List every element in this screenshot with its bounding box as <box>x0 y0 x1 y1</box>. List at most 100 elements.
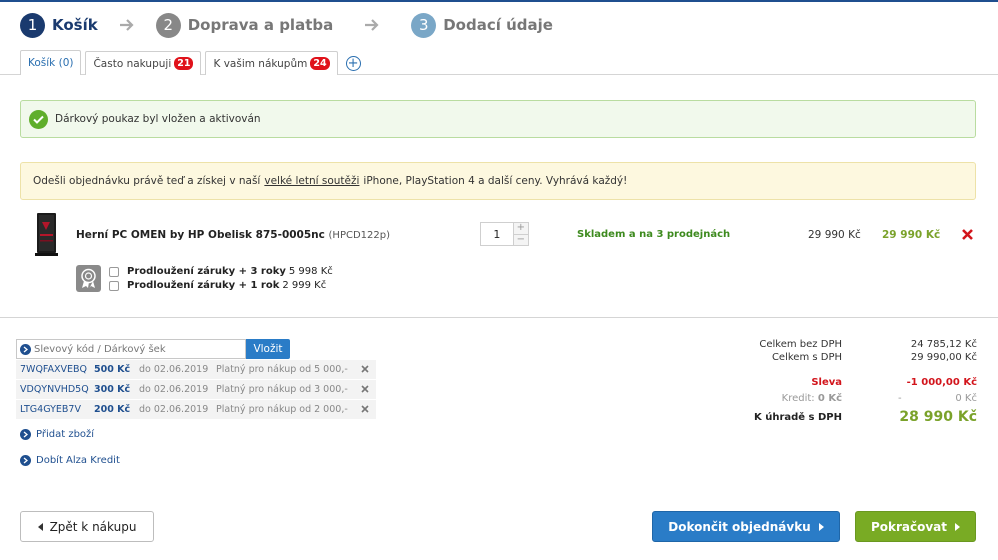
voucher-input[interactable] <box>34 343 234 355</box>
warranty-checkbox[interactable] <box>109 266 119 277</box>
step-shipping-payment[interactable]: 2 Doprava a platba <box>155 12 334 38</box>
remove-voucher-icon[interactable] <box>361 405 369 413</box>
credit-label: Kredit: <box>781 393 815 404</box>
chevron-right-icon <box>20 429 31 440</box>
summary-to-pay-value: 28 990 Kč <box>899 409 977 425</box>
voucher-code: LTG4GYEB7V <box>20 404 81 415</box>
cart-tabs: Košík (0) Často nakupuji 21 K vašim náku… <box>20 50 361 75</box>
add-goods-link[interactable]: Přidat zboží <box>20 429 94 440</box>
credit-amount: 0 Kč <box>817 393 842 404</box>
summary-without-vat-value: 24 785,12 Kč <box>910 339 977 350</box>
tab-cart[interactable]: Košík (0) <box>20 50 82 75</box>
summary-credit-dash: - <box>898 393 902 404</box>
voucher-note: Platný pro nákup od 2 000,- <box>216 404 348 415</box>
product-title[interactable]: Herní PC OMEN by HP Obelisk 875-0005nc <box>76 229 325 241</box>
warranty-option-1y[interactable]: Prodloužení záruky + 1 rok 2 999 Kč <box>109 280 326 291</box>
button-label: Zpět k nákupu <box>49 519 137 534</box>
warranty-icon <box>76 265 101 292</box>
voucher-code: VDQYNVHD5Q <box>20 384 89 395</box>
remove-voucher-icon[interactable] <box>361 385 369 393</box>
voucher-row: 7WQFAXVEBQ 500 Kč do 02.06.2019 Platný p… <box>16 360 376 379</box>
voucher-note: Platný pro nákup od 3 000,- <box>216 384 348 395</box>
triangle-left-icon <box>37 522 43 531</box>
button-label: Pokračovat <box>870 519 948 534</box>
link-label[interactable]: Přidat zboží <box>36 429 94 440</box>
tab-related-purchases[interactable]: K vašim nákupům 24 <box>205 51 338 75</box>
unit-price: 29 990 Kč <box>808 229 861 241</box>
apply-voucher-button[interactable]: Vložit <box>246 339 290 359</box>
voucher-list: 7WQFAXVEBQ 500 Kč do 02.06.2019 Platný p… <box>16 360 376 420</box>
warranty-price: 5 998 Kč <box>288 266 333 277</box>
top-accent-line <box>0 0 998 2</box>
voucher-date: do 02.06.2019 <box>139 404 209 415</box>
warranty-label: Prodloužení záruky + 1 rok <box>127 280 280 291</box>
step-number: 2 <box>155 12 181 38</box>
count-badge: 21 <box>174 57 194 70</box>
step-delivery-details[interactable]: 3 Dodací údaje <box>411 12 553 38</box>
step-cart[interactable]: 1 Košík <box>20 12 98 38</box>
checkout-steps: 1 Košík 2 Doprava a platba 3 Dodací údaj… <box>20 11 553 39</box>
warranty-checkbox[interactable] <box>109 280 119 291</box>
voucher-date: do 02.06.2019 <box>139 384 209 395</box>
step-label: Košík <box>52 16 98 34</box>
chevron-right-icon <box>20 455 31 466</box>
top-up-credit-link[interactable]: Dobít Alza Kredit <box>20 455 120 466</box>
quantity-value[interactable]: 1 <box>481 223 513 245</box>
continue-button[interactable]: Pokračovat <box>855 511 976 542</box>
increase-icon[interactable]: + <box>513 223 528 234</box>
summary-without-vat-label: Celkem bez DPH <box>759 339 842 350</box>
quantity-stepper[interactable]: 1 + − <box>480 222 529 246</box>
button-label: Dokončit objednávku <box>668 519 811 534</box>
alert-text: Odešli objednávku právě teď a získej v n… <box>33 175 261 187</box>
quantity-buttons: + − <box>512 223 528 245</box>
tab-label: Často nakupuji <box>93 57 172 70</box>
step-label: Doprava a platba <box>187 16 334 34</box>
warranty-option-3y[interactable]: Prodloužení záruky + 3 roky 5 998 Kč <box>109 266 333 277</box>
voucher-code: 7WQFAXVEBQ <box>20 364 88 375</box>
alert-text: iPhone, PlayStation 4 a další ceny. Vyhr… <box>363 175 628 187</box>
warranty-price: 2 999 Kč <box>282 280 327 291</box>
voucher-date: do 02.06.2019 <box>139 364 209 375</box>
summary-to-pay-label: K úhradě s DPH <box>753 412 842 423</box>
step-number: 1 <box>20 12 45 38</box>
add-tab-icon[interactable]: + <box>345 56 361 71</box>
check-icon <box>29 109 48 129</box>
summary-credit-value: 0 Kč <box>955 393 977 404</box>
voucher-note: Platný pro nákup od 5 000,- <box>216 364 348 375</box>
warranty-label: Prodloužení záruky + 3 roky <box>127 266 286 277</box>
step-label: Dodací údaje <box>443 16 553 34</box>
product-image[interactable] <box>30 210 62 258</box>
voucher-amount: 500 Kč <box>94 364 131 375</box>
voucher-row: VDQYNVHD5Q 300 Kč do 02.06.2019 Platný p… <box>16 380 376 399</box>
voucher-amount: 200 Kč <box>94 404 131 415</box>
triangle-right-icon <box>818 522 824 531</box>
contest-link[interactable]: velké letní soutěži <box>264 175 359 187</box>
section-divider <box>0 317 998 318</box>
summary-discount-value: -1 000,00 Kč <box>906 377 977 388</box>
finish-order-button[interactable]: Dokončit objednávku <box>652 511 840 542</box>
chevron-right-icon <box>20 343 31 355</box>
remove-voucher-icon[interactable] <box>361 365 369 373</box>
decrease-icon[interactable]: − <box>513 233 528 245</box>
triangle-right-icon <box>955 522 961 531</box>
product-name[interactable]: Herní PC OMEN by HP Obelisk 875-0005nc (… <box>76 229 390 241</box>
tab-label: Košík (0) <box>28 57 74 69</box>
contest-info-alert: Odešli objednávku právě teď a získej v n… <box>20 162 976 200</box>
arrow-right-icon <box>98 18 156 32</box>
tab-label: K vašim nákupům <box>213 57 308 70</box>
tab-often-bought[interactable]: Často nakupuji 21 <box>85 51 202 75</box>
line-total: 29 990 Kč <box>882 229 941 241</box>
summary-credit-label: Kredit: 0 Kč <box>782 393 842 404</box>
summary-with-vat-label: Celkem s DPH <box>771 352 842 363</box>
back-to-shopping-button[interactable]: Zpět k nákupu <box>20 511 154 542</box>
step-number: 3 <box>411 12 437 38</box>
stock-status: Skladem a na 3 prodejnách <box>577 229 731 240</box>
link-label[interactable]: Dobít Alza Kredit <box>36 455 120 466</box>
remove-item-icon[interactable] <box>961 228 974 241</box>
summary-with-vat-value: 29 990,00 Kč <box>910 352 977 363</box>
voucher-row: LTG4GYEB7V 200 Kč do 02.06.2019 Platný p… <box>16 400 376 419</box>
summary-discount-label: Sleva <box>811 377 842 388</box>
voucher-amount: 300 Kč <box>94 384 131 395</box>
product-code: (HPCD122p) <box>328 230 391 241</box>
voucher-field[interactable] <box>16 339 246 359</box>
